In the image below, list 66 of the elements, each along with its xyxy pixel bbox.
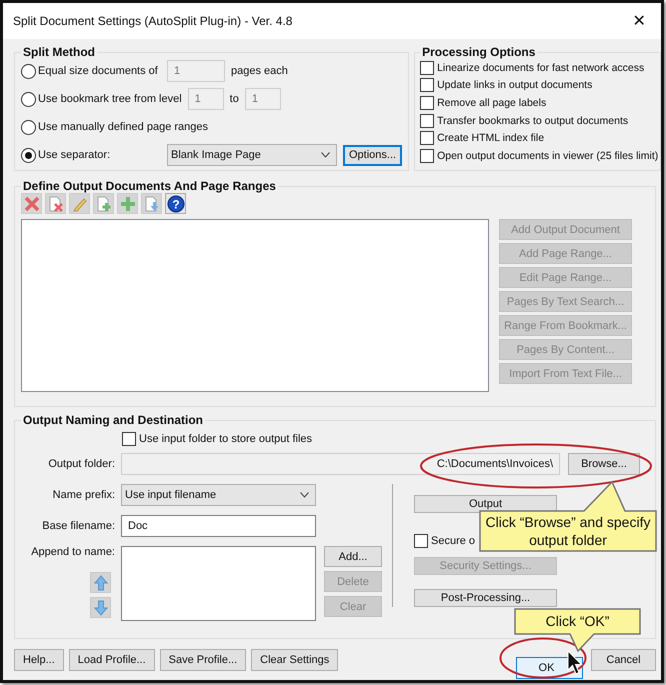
hint-tooltip: Click “OK”	[514, 608, 641, 652]
input-field[interactable]: 1	[188, 88, 224, 110]
checkbox[interactable]	[420, 78, 434, 92]
document-add-icon	[96, 196, 112, 212]
footer-button[interactable]: Help...	[14, 649, 64, 671]
options-button[interactable]: Options...	[343, 144, 402, 166]
radio-option[interactable]: Use separator:	[21, 147, 161, 163]
checkbox[interactable]	[122, 432, 136, 446]
group-title: Split Method	[22, 45, 96, 59]
group-title: Output Naming and Destination	[22, 413, 204, 427]
radio-option[interactable]: Equal size documents of	[21, 63, 161, 79]
checkbox-option[interactable]: Remove all page labels	[420, 94, 658, 112]
field-label: Name prefix:	[52, 489, 115, 501]
chevron-icon	[300, 492, 309, 498]
radio-option[interactable]: Use manually defined page ranges	[21, 119, 208, 135]
footer-button[interactable]: Save Profile...	[160, 649, 246, 671]
checkbox[interactable]	[420, 60, 434, 75]
down-arrow-icon	[94, 600, 108, 616]
field-label: pages each	[231, 65, 288, 77]
checkbox[interactable]	[420, 131, 434, 146]
field-label: Base filename:	[41, 520, 115, 532]
group-title: Define Output Documents And Page Ranges	[22, 179, 277, 193]
mouse-pointer-icon	[567, 650, 583, 676]
up-arrow-icon	[94, 574, 108, 590]
checkbox-option[interactable]: Create HTML index file	[420, 129, 658, 147]
field-label: to	[230, 93, 239, 105]
cancel-button[interactable]: Cancel	[591, 649, 656, 671]
window-title: Split Document Settings (AutoSplit Plug-in) - Ver. 4.8	[13, 14, 292, 28]
output-options-button[interactable]: Output	[414, 495, 557, 513]
checkbox-option[interactable]: Use input folder to store output files	[122, 431, 649, 447]
append-list[interactable]	[121, 546, 316, 621]
radio-button[interactable]	[21, 120, 36, 134]
post-processing-button[interactable]: Post-Processing...	[414, 589, 557, 607]
checkbox-option[interactable]: Transfer bookmarks to output documents	[420, 112, 658, 130]
document-arrow-icon	[144, 196, 160, 212]
checkbox-option[interactable]: Update links in output documents	[420, 76, 658, 94]
checkbox-option[interactable]: Linearize documents for fast network access	[420, 59, 658, 77]
input-field[interactable]: 1	[167, 60, 225, 82]
delete-icon	[24, 196, 40, 212]
radio-button[interactable]	[21, 64, 36, 78]
radio-button[interactable]	[21, 92, 36, 106]
separator-dropdown[interactable]: Blank Image Page	[167, 144, 337, 166]
plus-icon	[120, 196, 136, 212]
checkbox[interactable]	[420, 96, 434, 110]
radio-option[interactable]: Use bookmark tree from level	[21, 91, 182, 107]
pencil-icon	[72, 196, 88, 212]
checkbox[interactable]	[420, 148, 434, 163]
field-label: Append to name:	[30, 546, 115, 558]
append-button[interactable]: Add...	[324, 546, 382, 567]
radio-button[interactable]	[21, 148, 36, 162]
name-prefix-dropdown[interactable]: Use input filename	[121, 484, 316, 506]
document-delete-icon	[48, 196, 64, 212]
footer-button[interactable]: Clear Settings	[251, 649, 338, 671]
chevron-icon	[321, 152, 330, 158]
checkbox[interactable]	[414, 534, 428, 548]
close-button[interactable]: ✕	[617, 4, 661, 38]
group-title: Processing Options	[421, 45, 536, 59]
base-filename-field[interactable]: Doc	[121, 515, 316, 537]
input-field[interactable]: 1	[244, 88, 281, 110]
footer-button[interactable]: Load Profile...	[68, 649, 155, 671]
output-folder-field[interactable]: C:\Documents\Invoices\	[121, 453, 560, 475]
checkbox-option[interactable]: Secure o	[414, 533, 476, 549]
browse-button[interactable]: Browse...	[568, 453, 640, 475]
checkbox[interactable]	[420, 114, 434, 128]
field-label: Output folder:	[47, 458, 115, 470]
checkbox-option[interactable]: Open output documents in viewer (25 files limit)	[420, 146, 658, 165]
